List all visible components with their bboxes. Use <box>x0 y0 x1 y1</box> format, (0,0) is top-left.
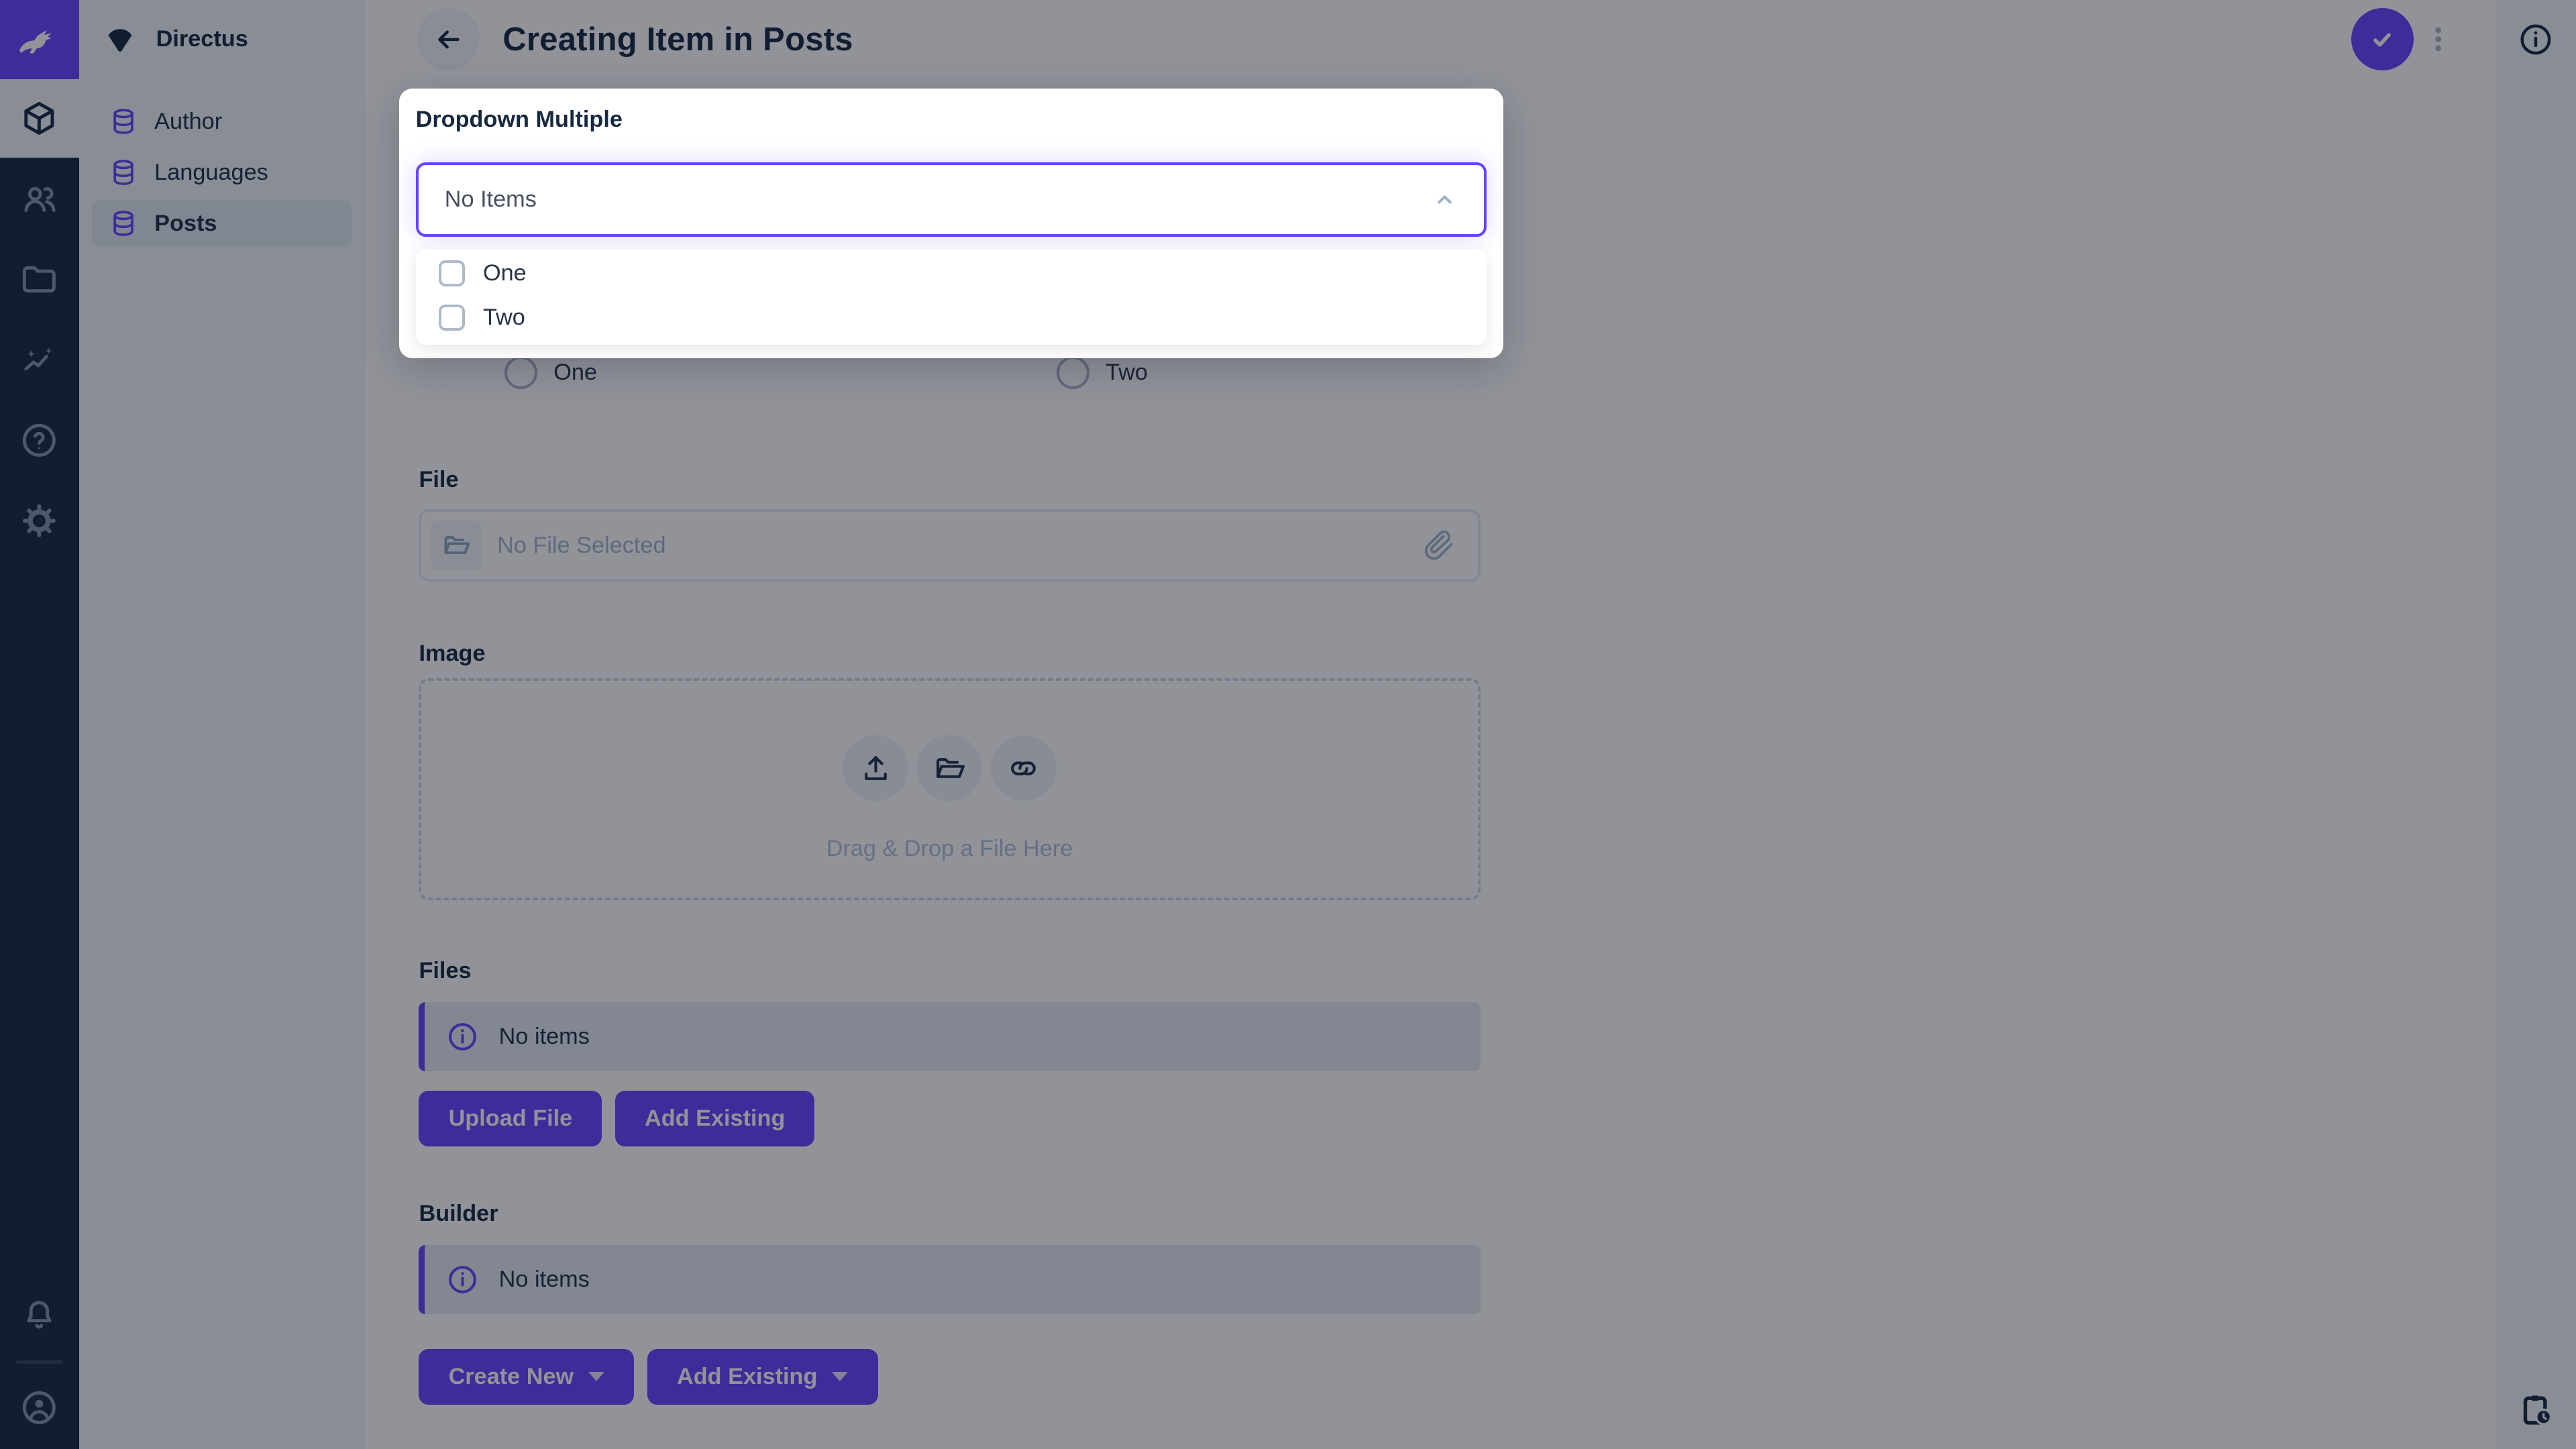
directus-app: Directus Author Languages Posts Creating… <box>0 0 2576 1449</box>
dropdown-multiple-input[interactable]: No Items <box>415 162 1487 237</box>
checkbox-icon[interactable] <box>438 305 466 331</box>
dropdown-option-two[interactable]: Two <box>416 296 1487 340</box>
dropdown-options-menu: One Two <box>415 250 1487 345</box>
checkbox-icon[interactable] <box>438 260 466 287</box>
option-label: Two <box>482 305 525 331</box>
dropdown-value: No Items <box>444 186 537 213</box>
chevron-up-icon[interactable] <box>1428 183 1461 216</box>
dropdown-multiple-label: Dropdown Multiple <box>415 107 623 133</box>
option-label: One <box>482 260 527 286</box>
dropdown-option-one[interactable]: One <box>416 252 1487 296</box>
dropdown-multiple-popover: Dropdown Multiple No Items One Two <box>399 89 1503 358</box>
